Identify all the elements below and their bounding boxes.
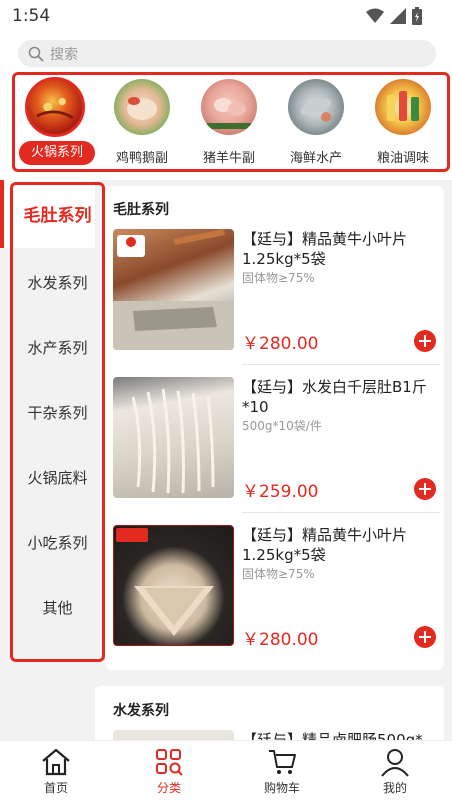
product-section: 水发系列 【廷与】精品卤肥肠500g* <box>95 686 444 746</box>
search-bar[interactable]: 搜索 <box>18 40 436 67</box>
product-spec: 固体物≥75% <box>242 271 315 285</box>
category-hotpot-image <box>25 77 85 137</box>
battery-icon <box>412 7 422 25</box>
category-row: 火锅系列 鸡鸭鹅副 猪羊牛副 海鲜水产 粮油调味 <box>12 72 450 172</box>
category-hotpot[interactable]: 火锅系列 <box>13 77 97 169</box>
tab-label: 首页 <box>43 781 68 795</box>
product-image[interactable] <box>113 377 234 498</box>
search-placeholder: 搜索 <box>50 46 78 63</box>
product-item[interactable]: 【廷与】水发白千层肚B1斤*10 500g*10袋/件 ￥259.00 <box>105 377 444 517</box>
category-grain-oil[interactable]: 粮油调味 <box>361 77 445 169</box>
product-name: 【廷与】精品黄牛小叶片1.25kg*5袋 <box>242 526 408 564</box>
cart-icon <box>269 750 296 774</box>
tab-label: 分类 <box>156 781 181 795</box>
sidebar-item-hotpot-base[interactable]: 火锅底料 <box>10 467 105 488</box>
home-icon <box>42 748 70 776</box>
tab-home[interactable]: 首页 <box>16 747 96 796</box>
sidebar-item-ganza[interactable]: 干杂系列 <box>10 402 105 423</box>
product-section: 毛肚系列 【廷与】精品黄牛小叶片1.25kg*5袋 固体物≥75% ￥280.0… <box>105 186 444 670</box>
category-pork-lamb-beef-image <box>201 79 257 135</box>
tab-label: 购物车 <box>263 781 300 795</box>
category-grain-oil-image <box>375 79 431 135</box>
section-title: 水发系列 <box>113 703 169 719</box>
category-label: 粮油调味 <box>376 151 429 166</box>
sidebar-item-shuichan[interactable]: 水产系列 <box>10 337 105 358</box>
sidebar-item-other[interactable]: 其他 <box>10 597 105 618</box>
status-time: 1:54 <box>12 6 51 26</box>
category-label: 海鲜水产 <box>289 151 342 166</box>
add-to-cart-button[interactable] <box>414 330 436 352</box>
category-poultry-image <box>114 79 170 135</box>
wifi-icon <box>366 8 384 23</box>
status-bar: 1:54 <box>0 0 452 32</box>
product-name: 【廷与】精品黄牛小叶片1.25kg*5袋 <box>242 230 408 268</box>
category-poultry[interactable]: 鸡鸭鹅副 <box>100 77 184 169</box>
tab-profile[interactable]: 我的 <box>355 747 435 796</box>
user-icon <box>381 749 409 777</box>
header: 搜索 火锅系列 鸡鸭鹅副 猪羊牛副 海鲜水产 粮油调味 <box>0 32 452 180</box>
section-title: 毛肚系列 <box>113 202 169 218</box>
product-image[interactable] <box>113 525 234 646</box>
product-image[interactable] <box>113 229 234 350</box>
product-item[interactable]: 【廷与】精品黄牛小叶片1.25kg*5袋 固体物≥75% ￥280.00 <box>105 229 444 369</box>
category-label: 火锅系列 <box>19 141 95 165</box>
bottom-nav: 首页 分类 购物车 我的 <box>0 740 452 804</box>
product-price: ￥280.00 <box>242 334 319 354</box>
category-label: 鸡鸭鹅副 <box>115 151 168 166</box>
tab-cart[interactable]: 购物车 <box>242 747 322 796</box>
product-spec: 固体物≥75% <box>242 567 315 581</box>
sidebar-item-maodu[interactable]: 毛肚系列 <box>10 201 105 226</box>
add-to-cart-button[interactable] <box>414 478 436 500</box>
status-icons <box>366 7 422 25</box>
product-price: ￥259.00 <box>242 482 319 502</box>
sidebar-item-shuifa[interactable]: 水发系列 <box>10 272 105 293</box>
tab-label: 我的 <box>382 781 407 795</box>
sidebar: 毛肚系列 水发系列 水产系列 干杂系列 火锅底料 小吃系列 其他 <box>10 182 105 662</box>
add-to-cart-button[interactable] <box>414 626 436 648</box>
divider <box>242 364 440 365</box>
divider <box>242 512 440 513</box>
category-pork-lamb-beef[interactable]: 猪羊牛副 <box>187 77 271 169</box>
product-name: 【廷与】水发白千层肚B1斤*10 <box>242 378 427 416</box>
product-spec: 500g*10袋/件 <box>242 419 322 433</box>
search-icon <box>28 46 44 61</box>
category-seafood[interactable]: 海鲜水产 <box>274 77 358 169</box>
product-price: ￥280.00 <box>242 630 319 650</box>
category-icon <box>156 749 183 776</box>
product-item[interactable]: 【廷与】精品黄牛小叶片1.25kg*5袋 固体物≥75% ￥280.00 <box>105 525 444 665</box>
category-label: 猪羊牛副 <box>202 151 255 166</box>
category-seafood-image <box>288 79 344 135</box>
signal-icon <box>390 8 406 24</box>
sidebar-active-indicator <box>0 180 4 248</box>
sidebar-item-snacks[interactable]: 小吃系列 <box>10 532 105 553</box>
tab-category[interactable]: 分类 <box>129 747 209 796</box>
